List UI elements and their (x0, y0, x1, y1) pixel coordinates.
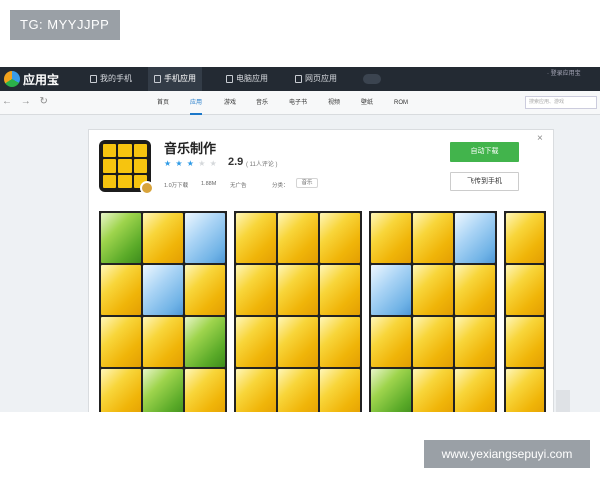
screenshot-tile (320, 213, 360, 263)
app-name: 应用宝 (23, 72, 60, 87)
download-button[interactable]: 自动下载 (450, 142, 519, 162)
screenshot-tile (143, 369, 183, 412)
category-ebooks[interactable]: 电子书 (289, 91, 307, 115)
category-tag[interactable]: 音乐 (296, 178, 318, 188)
app-detail-panel: × 音乐制作 ★ ★ ★ ★ ★ 2.9 ( 11人评论 ) 1.0万下载 1.… (88, 129, 554, 412)
category-home[interactable]: 首页 (157, 91, 169, 115)
screenshot-tile (143, 317, 183, 367)
download-count: 1.0万下载 (164, 183, 189, 189)
category-rom[interactable]: ROM (394, 91, 408, 115)
scrollbar[interactable] (556, 390, 570, 412)
screenshot-2[interactable] (234, 211, 362, 412)
back-forward-refresh-icons[interactable]: ← → ↻ (2, 96, 51, 107)
screenshot-tile (455, 265, 495, 315)
screenshot-tile (455, 213, 495, 263)
screenshot-tile (278, 369, 318, 412)
category-label: 分类： (272, 183, 289, 189)
watermark-bottom: www.yexiangsepuyi.com (424, 440, 590, 468)
screenshot-tile (236, 369, 276, 412)
stars-empty-icon: ★ ★ (198, 159, 218, 168)
category-bar: ← → ↻ 首页 应用 游戏 音乐 电子书 视频 壁纸 ROM 搜索应用、游戏 (0, 91, 600, 115)
screenshot-tile (101, 265, 141, 315)
tab-mobile-apps[interactable]: 手机应用 (148, 67, 202, 91)
screenshot-tile (278, 317, 318, 367)
screenshot-tile (413, 317, 453, 367)
category-music[interactable]: 音乐 (256, 91, 268, 115)
screenshot-tile (371, 265, 411, 315)
page: TG: MYYJJPP 应用宝 我的手机 手机应用 电脑应用 网页应用 · 登录… (0, 0, 600, 480)
screenshot-tile (371, 369, 411, 412)
screenshot-tile (413, 369, 453, 412)
phone-icon (90, 75, 97, 83)
app-icon (99, 140, 154, 195)
review-count[interactable]: ( 11人评论 ) (246, 159, 278, 168)
tab-web-apps[interactable]: 网页应用 (289, 67, 343, 91)
bag-icon (154, 75, 161, 83)
screenshot-tile (236, 213, 276, 263)
screenshot-tile (455, 369, 495, 412)
category-wallpapers[interactable]: 壁纸 (361, 91, 373, 115)
app-title: 音乐制作 (164, 141, 217, 156)
ads-info: 无广告 (230, 183, 247, 189)
screenshot-tile (320, 369, 360, 412)
screenshot-tile (236, 265, 276, 315)
screenshot-tile (185, 317, 225, 367)
screenshot-tile (506, 213, 544, 263)
send-to-phone-button[interactable]: 飞传到手机 (450, 172, 519, 191)
rating-score: 2.9 (228, 156, 244, 168)
notification-badge[interactable] (363, 74, 381, 84)
search-input[interactable]: 搜索应用、游戏 (525, 96, 597, 109)
stars-filled-icon: ★ ★ ★ (164, 159, 195, 168)
screenshot-tile (506, 369, 544, 412)
tab-label: 电脑应用 (236, 74, 268, 83)
screenshot-tile (101, 369, 141, 412)
close-icon[interactable]: × (537, 133, 543, 144)
screenshot-tile (185, 265, 225, 315)
app-size: 1.88M (201, 181, 217, 187)
app-logo[interactable]: 应用宝 (4, 70, 59, 88)
screenshot-tile (413, 213, 453, 263)
tab-label: 网页应用 (305, 74, 337, 83)
logo-icon (4, 71, 20, 87)
screenshot-tile (320, 317, 360, 367)
login-link[interactable]: · 登录应用宝 (547, 68, 581, 77)
screenshot-tile (185, 369, 225, 412)
screenshot-tile (185, 213, 225, 263)
monitor-icon (226, 75, 233, 83)
screenshot-tile (101, 213, 141, 263)
tab-label: 手机应用 (164, 74, 196, 83)
tab-label: 我的手机 (100, 74, 132, 83)
app-badge-icon (140, 181, 154, 195)
screenshot-tile (506, 265, 544, 315)
screenshot-tile (143, 213, 183, 263)
tab-pc-apps[interactable]: 电脑应用 (220, 67, 274, 91)
screenshot-tile (371, 317, 411, 367)
screenshot-tile (278, 213, 318, 263)
category-videos[interactable]: 视频 (328, 91, 340, 115)
category-apps[interactable]: 应用 (190, 91, 203, 115)
app-window: 应用宝 我的手机 手机应用 电脑应用 网页应用 · 登录应用宝 ← → ↻ 首页… (0, 67, 600, 412)
screenshot-tile (101, 317, 141, 367)
screenshot-gallery[interactable] (99, 211, 555, 412)
screenshot-tile (506, 317, 544, 367)
star-rating: ★ ★ ★ ★ ★ (164, 159, 218, 168)
screenshot-tile (413, 265, 453, 315)
screenshot-1[interactable] (99, 211, 227, 412)
screenshot-tile (320, 265, 360, 315)
screenshot-tile (278, 265, 318, 315)
top-navigation-bar: 应用宝 我的手机 手机应用 电脑应用 网页应用 · 登录应用宝 (0, 67, 600, 91)
screenshot-tile (236, 317, 276, 367)
category-games[interactable]: 游戏 (224, 91, 236, 115)
screenshot-4[interactable] (504, 211, 546, 412)
screenshot-3[interactable] (369, 211, 497, 412)
watermark-top: TG: MYYJJPP (10, 10, 120, 40)
web-icon (295, 75, 302, 83)
tab-my-phone[interactable]: 我的手机 (84, 67, 138, 91)
screenshot-tile (371, 213, 411, 263)
screenshot-tile (455, 317, 495, 367)
screenshot-tile (143, 265, 183, 315)
